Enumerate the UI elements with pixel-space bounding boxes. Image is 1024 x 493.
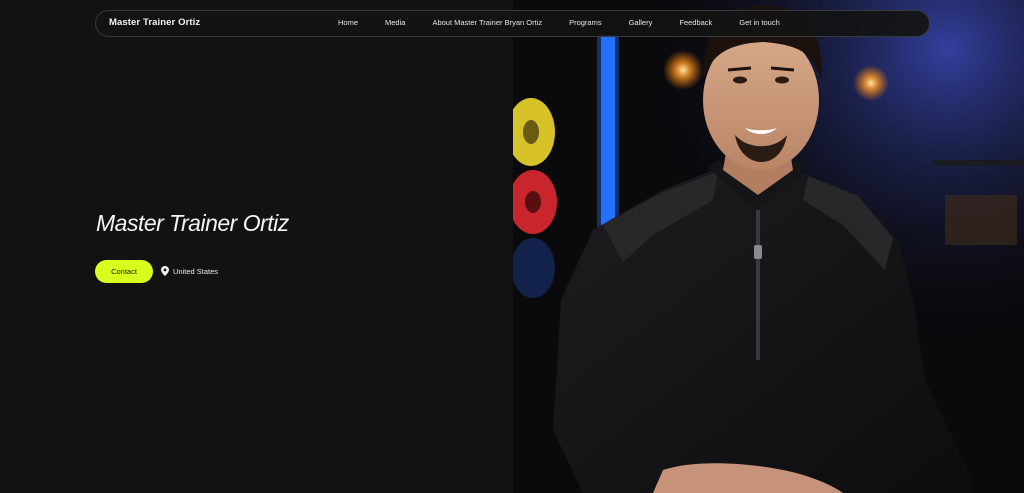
nav-link-home[interactable]: Home [338,18,358,27]
map-pin-icon [161,266,169,276]
contact-button[interactable]: Contact [95,260,153,283]
hero-photo [513,0,1024,493]
nav-link-get-in-touch[interactable]: Get in touch [739,18,779,27]
location-text: United States [173,266,219,276]
nav-link-feedback[interactable]: Feedback [679,18,712,27]
trainer-portrait-illustration [513,0,1024,493]
brand-logo-text[interactable]: Master Trainer Ortiz [109,17,200,28]
nav-link-media[interactable]: Media [385,18,405,27]
nav-link-about[interactable]: About Master Trainer Bryan Ortiz [432,18,542,27]
contact-button-label: Contact [111,267,137,276]
nav-link-gallery[interactable]: Gallery [629,18,653,27]
location-info: United States [161,266,218,276]
hero-left-panel [0,0,513,493]
hero-title: Master Trainer Ortiz [96,210,289,236]
landing-page: Master Trainer Ortiz Home Media About Ma… [0,0,1024,493]
nav-link-programs[interactable]: Programs [569,18,602,27]
main-navbar: Master Trainer Ortiz Home Media About Ma… [95,10,930,37]
nav-links: Home Media About Master Trainer Bryan Or… [338,18,780,27]
